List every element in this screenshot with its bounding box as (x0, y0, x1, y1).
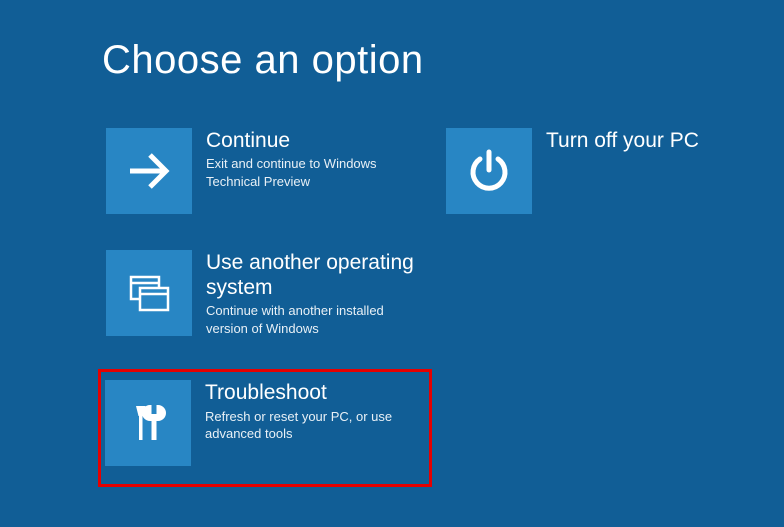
options-grid: Continue Exit and continue to Windows Te… (102, 124, 742, 497)
turn-off-text: Turn off your PC (546, 128, 699, 155)
turn-off-tile (446, 128, 532, 214)
arrow-right-icon (122, 144, 176, 198)
troubleshoot-tile (105, 380, 191, 466)
page-title: Choose an option (0, 0, 784, 83)
continue-text: Continue Exit and continue to Windows Te… (206, 128, 421, 190)
troubleshoot-desc: Refresh or reset your PC, or use advance… (205, 408, 420, 443)
continue-option[interactable]: Continue Exit and continue to Windows Te… (102, 124, 432, 218)
turn-off-title: Turn off your PC (546, 128, 699, 153)
use-another-os-option[interactable]: Use another operating system Continue wi… (102, 246, 432, 341)
use-another-os-title: Use another operating system (206, 250, 428, 300)
windows-stack-icon (122, 266, 176, 320)
continue-title: Continue (206, 128, 421, 153)
continue-desc: Exit and continue to Windows Technical P… (206, 155, 421, 190)
use-another-os-desc: Continue with another installed version … (206, 302, 421, 337)
tools-icon (121, 396, 175, 450)
troubleshoot-text: Troubleshoot Refresh or reset your PC, o… (205, 380, 420, 442)
troubleshoot-title: Troubleshoot (205, 380, 420, 405)
turn-off-option[interactable]: Turn off your PC (442, 124, 742, 218)
troubleshoot-option[interactable]: Troubleshoot Refresh or reset your PC, o… (98, 369, 432, 487)
use-another-os-tile (106, 250, 192, 336)
continue-tile (106, 128, 192, 214)
options-column-right: Turn off your PC (442, 124, 742, 246)
use-another-os-text: Use another operating system Continue wi… (206, 250, 428, 337)
power-icon (462, 144, 516, 198)
options-column-left: Continue Exit and continue to Windows Te… (102, 124, 432, 497)
